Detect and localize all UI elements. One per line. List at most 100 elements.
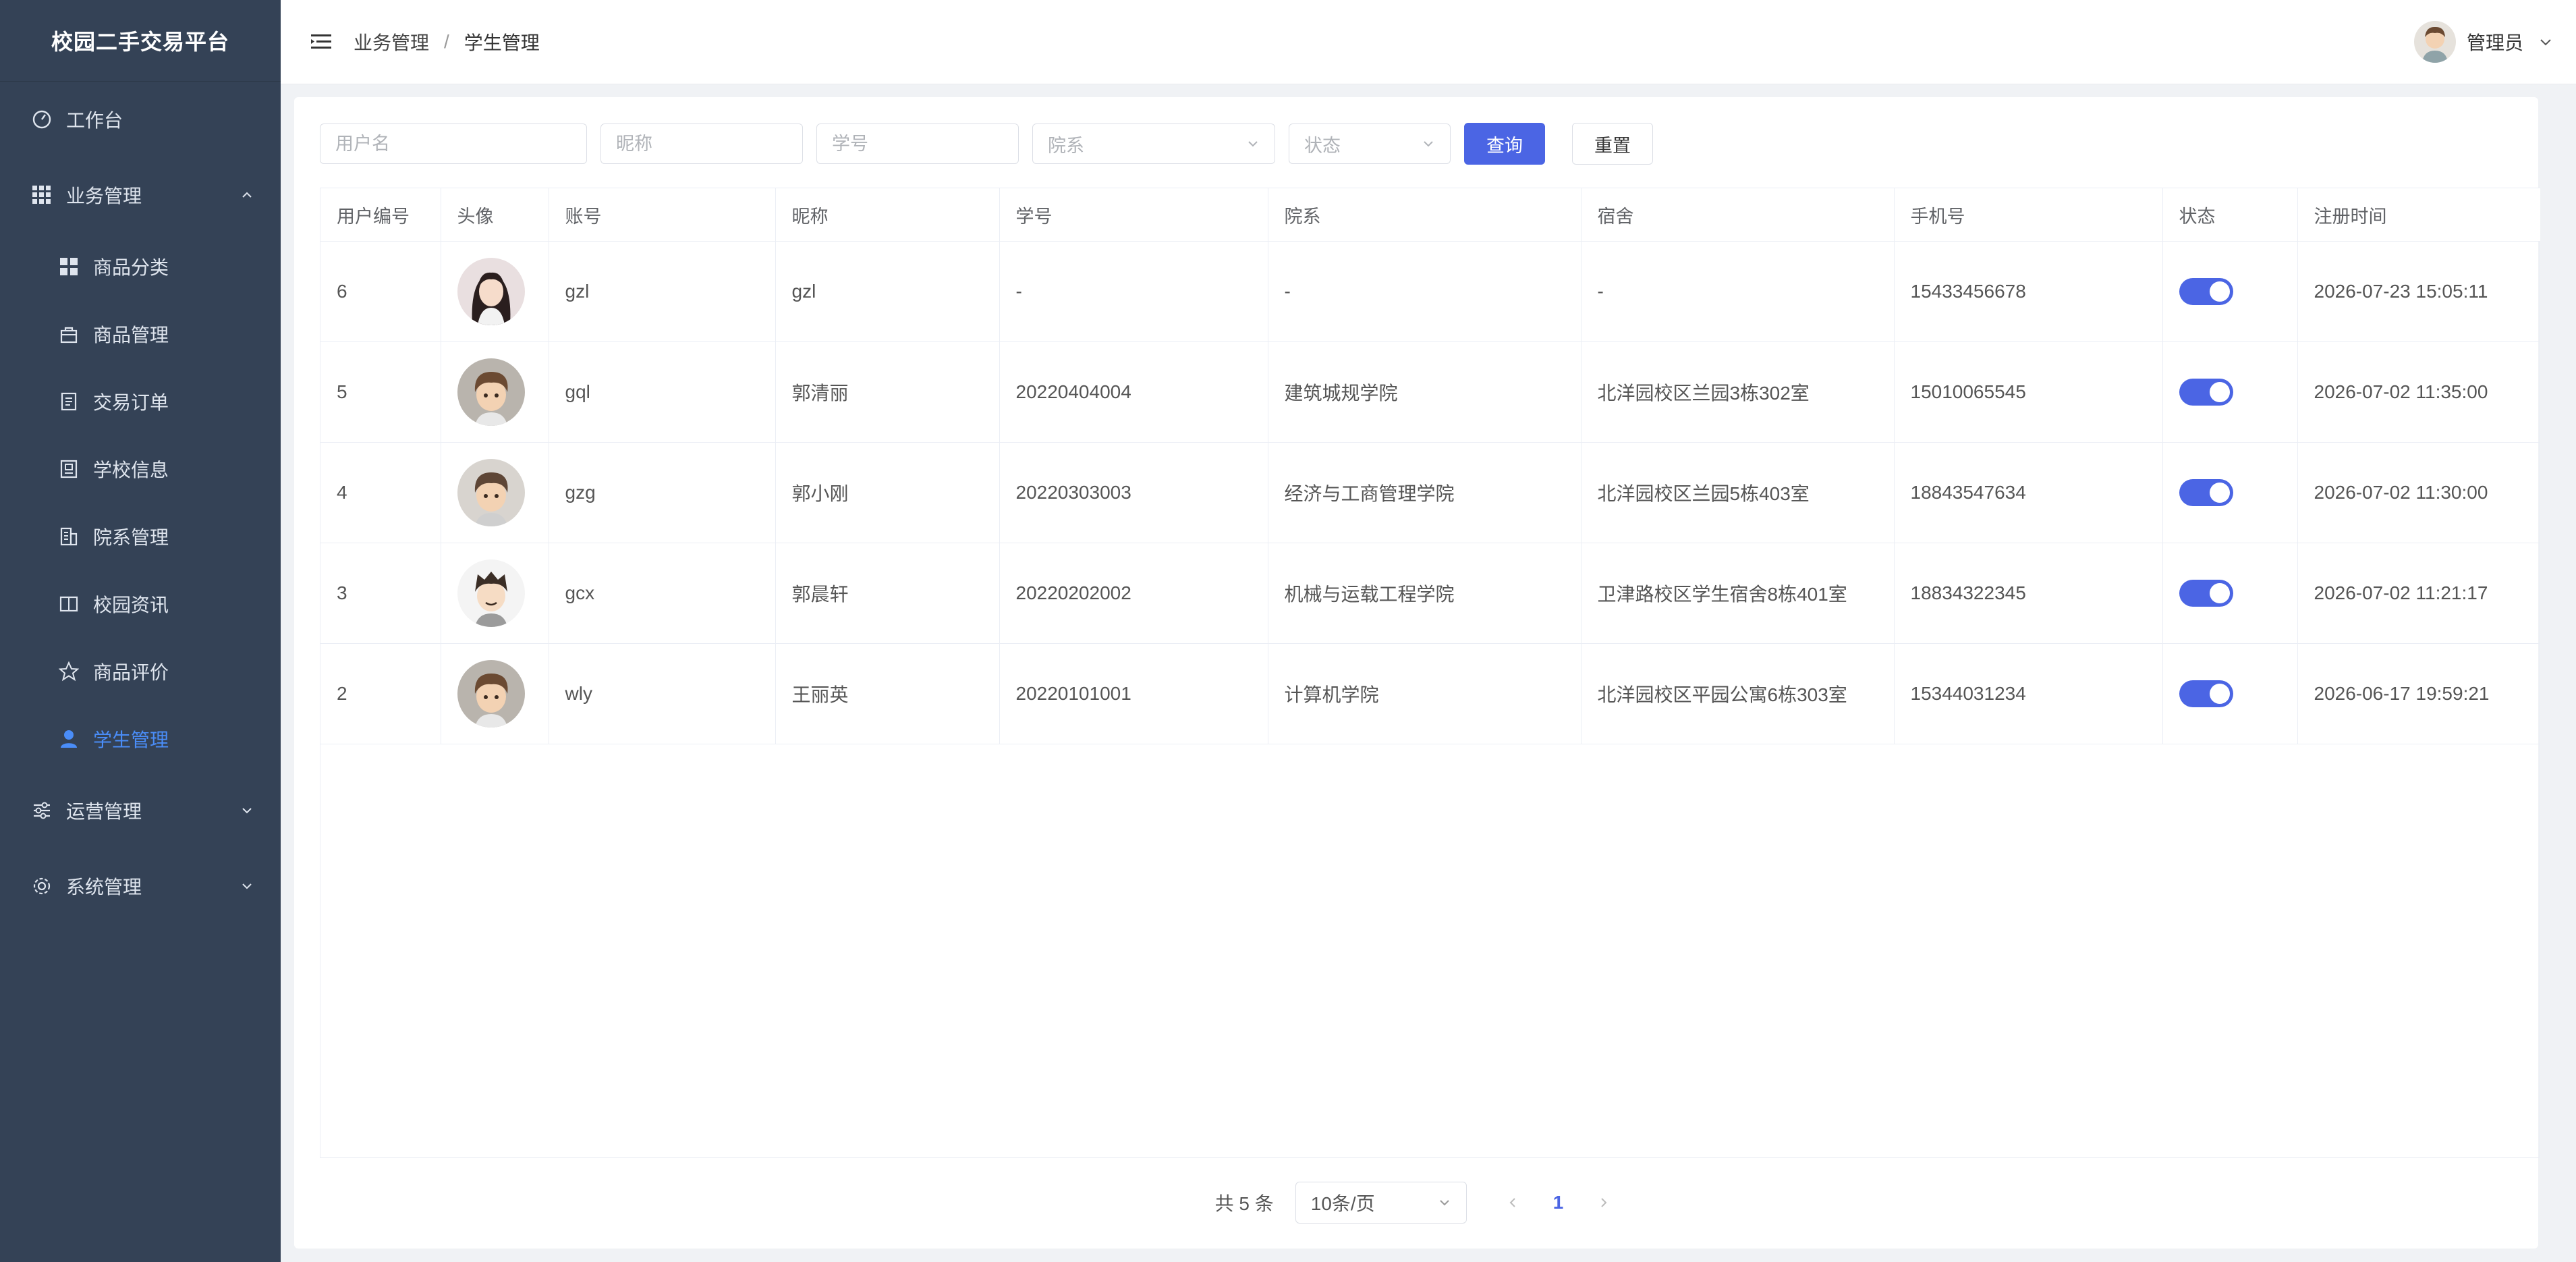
cell-student-no: 20220303003 [999,442,1268,543]
sidebar-item-operations[interactable]: 运营管理 [0,773,281,848]
sidebar-item-label: 工作台 [66,110,123,131]
status-placeholder: 状态 [1304,135,1341,156]
status-toggle[interactable] [2179,479,2233,506]
sidebar-item-system[interactable]: 系统管理 [0,848,281,924]
sidebar-menu: 工作台 业务管理 商品分类 商品管理 交易订单 学校信息 院系管理 校园资讯 商… [0,82,281,924]
cell-status [2162,442,2298,543]
page-size-value: 10条/页 [1310,1193,1375,1214]
grid-icon [30,183,54,207]
school-icon [57,457,81,481]
chevron-up-icon [242,192,252,198]
cell-status [2162,341,2298,443]
chevron-down-icon [1424,141,1433,147]
cell-nickname: 郭清丽 [775,341,1000,443]
cell-avatar [441,341,549,443]
sidebar-item-business[interactable]: 业务管理 [0,157,281,233]
column-header: 用户编号 [320,188,441,242]
breadcrumb-item-current: 学生管理 [464,32,540,53]
status-toggle[interactable] [2179,680,2233,707]
cell-nickname: gzl [775,241,1000,342]
column-header: 账号 [549,188,776,242]
prev-page-button[interactable] [1499,1189,1526,1216]
sidebar-item-label: 院系管理 [93,527,169,548]
sidebar-item-department[interactable]: 院系管理 [0,503,281,570]
sidebar-item-label: 交易订单 [93,392,169,413]
status-toggle[interactable] [2179,580,2233,607]
cell-phone: 18843547634 [1894,442,2163,543]
table-row: 3 gcx 郭晨轩 20220202002 机械与运载工程学院 卫津路校区学生宿… [320,543,2540,644]
avatar[interactable] [457,660,525,728]
department-select[interactable]: 院系 [1032,124,1275,164]
cell-department: 计算机学院 [1268,643,1581,744]
sidebar-item-reviews[interactable]: 商品评价 [0,638,281,705]
cell-nickname: 郭晨轩 [775,543,1000,644]
sidebar-item-label: 学生管理 [93,730,169,750]
sidebar-item-dashboard[interactable]: 工作台 [0,82,281,157]
column-header: 注册时间 [2297,188,2540,242]
status-toggle[interactable] [2179,278,2233,305]
column-header: 宿舍 [1581,188,1895,242]
chevron-down-icon [242,808,252,814]
cell-status [2162,643,2298,744]
sidebar-item-goods[interactable]: 商品管理 [0,300,281,368]
page-number-current[interactable]: 1 [1553,1192,1564,1213]
cell-student-no: 20220202002 [999,543,1268,644]
cell-student-no: 20220101001 [999,643,1268,744]
breadcrumb: 业务管理 / 学生管理 [354,28,540,55]
category-icon [57,254,81,279]
sidebar-item-label: 商品分类 [93,257,169,278]
next-page-button[interactable] [1590,1189,1617,1216]
cell-dorm: 卫津路校区学生宿舍8栋401室 [1581,543,1895,644]
status-select[interactable]: 状态 [1289,124,1451,164]
sidebar-item-label: 商品评价 [93,662,169,683]
avatar[interactable] [457,358,525,426]
toggle-knob [2209,684,2230,704]
sidebar-item-news[interactable]: 校园资讯 [0,570,281,638]
cell-student-no: - [999,241,1268,342]
avatar[interactable] [457,258,525,325]
table-row: 4 gzg 郭小刚 20220303003 经济与工商管理学院 北洋园校区兰园5… [320,442,2540,543]
cell-department: 机械与运载工程学院 [1268,543,1581,644]
table-row: 2 wly 王丽英 20220101001 计算机学院 北洋园校区平园公寓6栋3… [320,643,2540,744]
chevron-right-icon [1601,1198,1607,1207]
cell-status [2162,241,2298,342]
cell-registered: 2026-07-02 11:30:00 [2297,442,2540,543]
column-header: 院系 [1268,188,1581,242]
cell-avatar [441,241,549,342]
reset-button[interactable]: 重置 [1572,123,1653,165]
column-header: 昵称 [775,188,1000,242]
status-toggle[interactable] [2179,379,2233,406]
sidebar-item-category[interactable]: 商品分类 [0,233,281,300]
cell-dorm: 北洋园校区平园公寓6栋303室 [1581,643,1895,744]
sliders-icon [30,798,54,823]
cell-phone: 15344031234 [1894,643,2163,744]
table-row: 6 gzl gzl - - - 15433456678 2026-07-23 1… [320,241,2540,342]
cell-dorm: 北洋园校区兰园3栋302室 [1581,341,1895,443]
sidebar-item-students[interactable]: 学生管理 [0,705,281,773]
cell-registered: 2026-07-23 15:05:11 [2297,241,2540,342]
filter-bar: 院系 状态 查询 重置 [320,123,1653,165]
chevron-down-icon [1440,1200,1449,1206]
user-menu[interactable]: 管理员 [2413,0,2553,84]
order-icon [57,389,81,414]
cell-account: gzg [549,442,776,543]
avatar[interactable] [457,459,525,526]
page-size-select[interactable]: 10条/页 [1295,1182,1467,1224]
breadcrumb-item[interactable]: 业务管理 [354,28,429,55]
toggle-knob [2209,483,2230,503]
student-no-input[interactable] [816,124,1019,164]
toggle-knob [2209,583,2230,603]
pagination: 共 5 条 10条/页 1 [294,1181,2538,1224]
nickname-input[interactable] [600,124,803,164]
cell-nickname: 王丽英 [775,643,1000,744]
cell-student-no: 20220404004 [999,341,1268,443]
sidebar-item-label: 业务管理 [66,186,142,207]
menu-toggle-icon[interactable] [309,30,333,54]
sidebar-item-school[interactable]: 学校信息 [0,435,281,503]
sidebar-item-label: 学校信息 [93,460,169,481]
search-button[interactable]: 查询 [1464,123,1545,165]
username-input[interactable] [320,124,587,164]
sidebar-item-orders[interactable]: 交易订单 [0,368,281,435]
avatar[interactable] [457,559,525,627]
sidebar-item-label: 校园资讯 [93,595,169,615]
